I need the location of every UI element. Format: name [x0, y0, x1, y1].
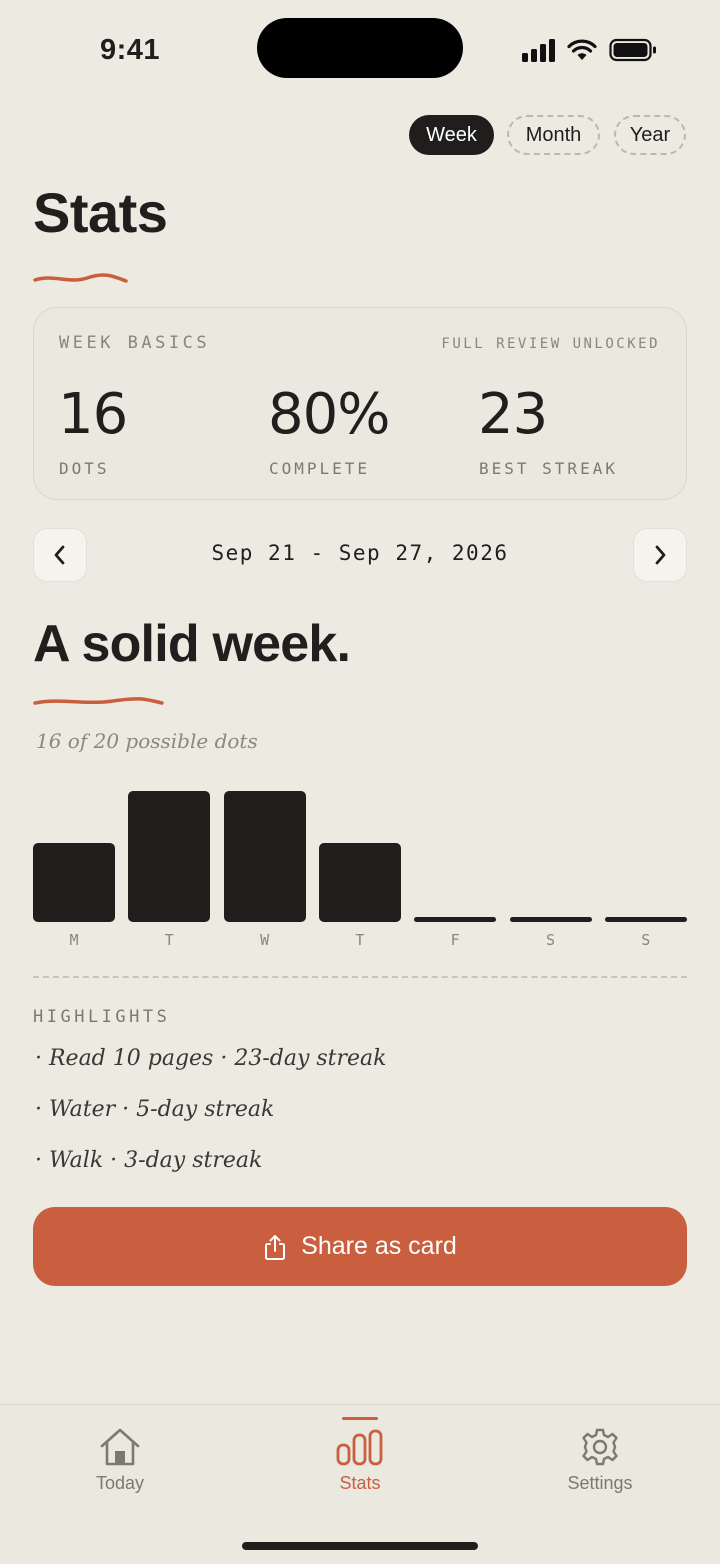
chart-bar: [414, 917, 497, 922]
highlight-item: · Water · 5-day streak: [35, 1097, 275, 1122]
share-button-label: Share as card: [301, 1232, 457, 1260]
chart-day-label: T: [164, 931, 174, 949]
tab-stats-label: Stats: [339, 1473, 381, 1493]
highlight-item: · Walk · 3-day streak: [35, 1148, 263, 1173]
title-underline-squiggle: [33, 273, 128, 283]
dots-label: DOTS: [59, 459, 110, 478]
status-time: 9:41: [100, 34, 161, 66]
chart-bar: [33, 843, 115, 922]
chart-day-label: T: [355, 931, 365, 949]
tab-today-label: Today: [95, 1473, 145, 1493]
chart-bar: [128, 791, 211, 922]
possible-dots-subline: 16 of 20 possible dots: [36, 729, 258, 753]
complete-label: COMPLETE: [269, 459, 371, 478]
status-icons: [522, 38, 657, 62]
next-week-button[interactable]: [633, 528, 687, 582]
full-review-unlocked-label: FULL REVIEW UNLOCKED: [441, 336, 660, 352]
week-summary-headline: A solid week.: [33, 615, 351, 673]
home-icon: [100, 1428, 140, 1466]
bar-chart-icon: [336, 1429, 383, 1466]
highlight-item: · Read 10 pages · 23-day streak: [35, 1046, 387, 1071]
tab-settings-label: Settings: [567, 1473, 633, 1493]
chart-day-label: F: [450, 931, 460, 949]
headline-underline-squiggle: [33, 697, 164, 705]
tab-bar: Today Stats Settings: [0, 1404, 720, 1564]
tab-week[interactable]: Week: [409, 115, 494, 155]
chevron-right-icon: [655, 545, 666, 565]
tab-settings[interactable]: Settings: [520, 1427, 680, 1494]
gear-icon: [582, 1428, 618, 1466]
chart-day-label: S: [641, 931, 651, 949]
chart-bar: [509, 917, 592, 922]
page-title: Stats: [33, 181, 168, 244]
chart-bar: [223, 791, 306, 922]
chart-bar: [604, 917, 687, 922]
cellular-signal-icon: [522, 38, 555, 62]
tab-today[interactable]: Today: [40, 1427, 200, 1494]
card-label: WEEK BASICS: [59, 333, 211, 353]
dynamic-island: [257, 18, 463, 78]
tab-year[interactable]: Year: [614, 115, 686, 155]
tab-stats[interactable]: Stats: [280, 1427, 440, 1494]
active-tab-indicator: [342, 1417, 378, 1420]
best-streak-value: 23: [478, 382, 548, 447]
chart-bar: [318, 843, 401, 922]
share-icon: [265, 1234, 286, 1260]
dots-value: 16: [58, 382, 128, 447]
share-as-card-button[interactable]: Share as card: [33, 1207, 687, 1286]
battery-icon: [609, 38, 656, 62]
chart-day-label: M: [69, 931, 79, 949]
chart-day-label: W: [260, 931, 270, 949]
week-basics-card: WEEK BASICS FULL REVIEW UNLOCKED 16 DOTS…: [33, 307, 687, 500]
date-range: Sep 21 - Sep 27, 2026: [211, 541, 509, 565]
best-streak-label: BEST STREAK: [479, 459, 618, 478]
home-indicator: [242, 1542, 478, 1550]
wifi-icon: [567, 39, 597, 60]
highlights-title: HIGHLIGHTS: [33, 1007, 171, 1027]
complete-value: 80%: [268, 382, 390, 447]
section-divider: [33, 976, 687, 978]
chart-day-label: S: [545, 931, 556, 949]
tab-month[interactable]: Month: [507, 115, 600, 155]
